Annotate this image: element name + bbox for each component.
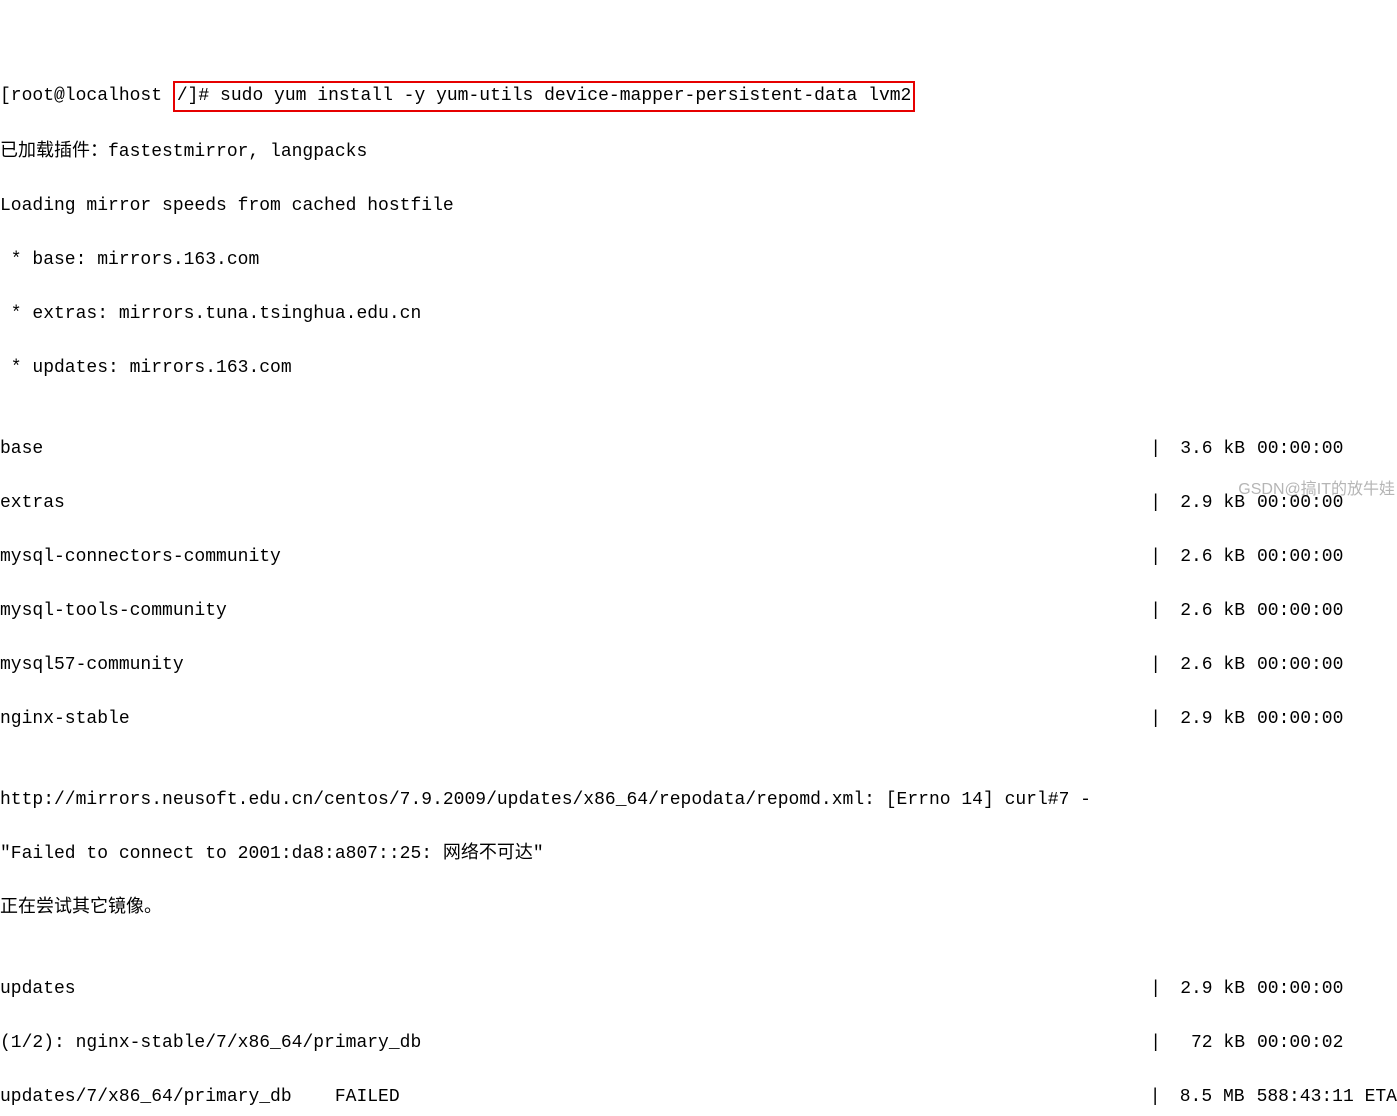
repo-time: 00:00:00 bbox=[1257, 490, 1397, 517]
repo-time: 588:43:11 ETA bbox=[1257, 1084, 1397, 1111]
repo-row: extras |2.9 kB00:00:00 bbox=[0, 490, 1397, 517]
mirror-base: * base: mirrors.163.com bbox=[0, 247, 1397, 274]
repo-row: mysql-tools-community |2.6 kB00:00:00 bbox=[0, 598, 1397, 625]
repo-time: 00:00:00 bbox=[1257, 976, 1397, 1003]
prompt-prefix: [root@localhost bbox=[0, 86, 173, 106]
separator-bar: | bbox=[1150, 652, 1167, 679]
repo-row: base |3.6 kB00:00:00 bbox=[0, 436, 1397, 463]
repo-row: (1/2): nginx-stable/7/x86_64/primary_db |… bbox=[0, 1030, 1397, 1057]
repo-name: extras bbox=[0, 490, 65, 517]
repo-name: updates bbox=[0, 976, 76, 1003]
repo-time: 00:00:00 bbox=[1257, 652, 1397, 679]
repo-row: mysql57-community |2.6 kB00:00:00 bbox=[0, 652, 1397, 679]
repo-time: 00:00:00 bbox=[1257, 706, 1397, 733]
separator-bar: | bbox=[1150, 436, 1167, 463]
separator-bar: | bbox=[1150, 598, 1167, 625]
repo-size: 2.9 kB bbox=[1167, 976, 1257, 1003]
separator-bar: | bbox=[1150, 1084, 1167, 1111]
separator-bar: | bbox=[1150, 1030, 1167, 1057]
repo-size: 2.9 kB bbox=[1167, 490, 1257, 517]
retry-line: 正在尝试其它镜像。 bbox=[0, 895, 1397, 922]
separator-bar: | bbox=[1150, 490, 1167, 517]
repo-time: 00:00:00 bbox=[1257, 436, 1397, 463]
repo-row-failed: updates/7/x86_64/primary_db FAILED |8.5 M… bbox=[0, 1084, 1397, 1111]
repo-time: 00:00:02 bbox=[1257, 1030, 1397, 1057]
repo-name: mysql-tools-community bbox=[0, 598, 227, 625]
repo-name: mysql57-community bbox=[0, 652, 184, 679]
repo-time: 00:00:00 bbox=[1257, 598, 1397, 625]
repo-size: 8.5 MB bbox=[1167, 1084, 1257, 1111]
separator-bar: | bbox=[1150, 976, 1167, 1003]
repo-row: nginx-stable |2.9 kB00:00:00 bbox=[0, 706, 1397, 733]
loading-line: Loading mirror speeds from cached hostfi… bbox=[0, 193, 1397, 220]
error-line: "Failed to connect to 2001:da8:a807::25:… bbox=[0, 841, 1397, 868]
prompt-path: /]# bbox=[177, 86, 220, 106]
repo-size: 2.9 kB bbox=[1167, 706, 1257, 733]
mirror-extras: * extras: mirrors.tuna.tsinghua.edu.cn bbox=[0, 301, 1397, 328]
repo-size: 2.6 kB bbox=[1167, 652, 1257, 679]
repo-size: 72 kB bbox=[1167, 1030, 1257, 1057]
plugin-line: 已加载插件：fastestmirror, langpacks bbox=[0, 139, 1397, 166]
repo-row: updates |2.9 kB00:00:00 bbox=[0, 976, 1397, 1003]
repo-size: 3.6 kB bbox=[1167, 436, 1257, 463]
error-line: http://mirrors.neusoft.edu.cn/centos/7.9… bbox=[0, 787, 1397, 814]
prompt-line[interactable]: [root@localhost /]# sudo yum install -y … bbox=[0, 81, 1397, 112]
mirror-updates: * updates: mirrors.163.com bbox=[0, 355, 1397, 382]
command-highlight: /]# sudo yum install -y yum-utils device… bbox=[173, 81, 916, 112]
command-text: sudo yum install -y yum-utils device-map… bbox=[220, 86, 911, 106]
separator-bar: | bbox=[1150, 706, 1167, 733]
repo-name: (1/2): nginx-stable/7/x86_64/primary_db bbox=[0, 1030, 421, 1057]
repo-size: 2.6 kB bbox=[1167, 598, 1257, 625]
repo-name: base bbox=[0, 436, 43, 463]
repo-name: updates/7/x86_64/primary_db FAILED bbox=[0, 1084, 400, 1111]
repo-name: nginx-stable bbox=[0, 706, 130, 733]
